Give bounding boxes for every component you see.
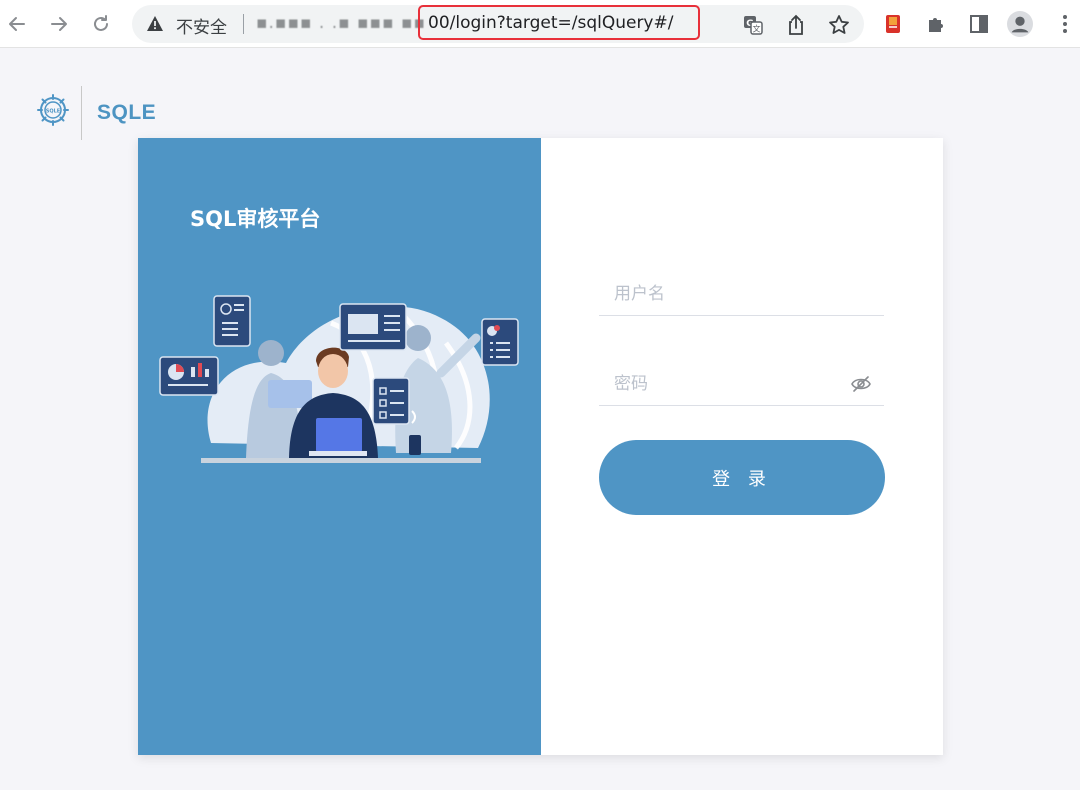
security-status[interactable]: 不安全 <box>176 13 227 38</box>
header-divider <box>81 86 82 140</box>
password-field <box>599 362 884 406</box>
reload-icon[interactable] <box>86 9 116 39</box>
warning-icon[interactable] <box>146 15 164 36</box>
platform-title: SQL审核平台 <box>190 207 321 231</box>
masked-host: ▪.▪▪▪ . .▪ ▪▪▪ ▪▪ <box>256 13 427 33</box>
menu-icon[interactable] <box>1052 11 1078 37</box>
svg-text:文: 文 <box>753 24 761 34</box>
omnibox-divider <box>243 14 244 34</box>
share-icon[interactable] <box>783 12 809 38</box>
team-illustration <box>159 295 519 463</box>
profile-icon[interactable] <box>1007 11 1033 37</box>
login-button[interactable]: 登 录 <box>599 440 885 515</box>
hero-panel: SQL审核平台 <box>138 138 541 755</box>
browser-toolbar: 不安全 ▪.▪▪▪ . .▪ ▪▪▪ ▪▪ 00/login?target=/s… <box>0 0 1080 48</box>
sqle-logo-icon: SQLE <box>36 92 72 132</box>
username-input[interactable] <box>599 272 884 315</box>
login-card: SQL审核平台 用户名 登 录 <box>138 138 943 755</box>
back-icon[interactable] <box>2 9 32 39</box>
password-input[interactable] <box>599 362 884 405</box>
eye-slash-icon[interactable] <box>850 374 872 394</box>
star-icon[interactable] <box>826 12 852 38</box>
extension-red-icon[interactable] <box>880 11 906 37</box>
username-field <box>599 272 884 316</box>
sidepanel-icon[interactable] <box>966 11 992 37</box>
url-highlight-box <box>418 5 700 40</box>
svg-text:SQLE: SQLE <box>46 109 61 115</box>
puzzle-icon[interactable] <box>923 11 949 37</box>
translate-icon[interactable]: G文 <box>740 12 766 38</box>
forward-icon[interactable] <box>44 9 74 39</box>
brand-name: SQLE <box>97 101 157 124</box>
